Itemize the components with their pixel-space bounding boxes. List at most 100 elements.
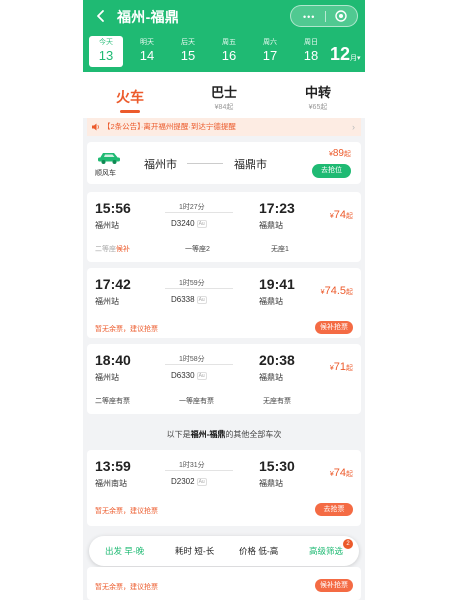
notice-banner[interactable]: 【2条公告】·离开福州提醒·到达宁德提醒 › <box>87 118 361 136</box>
train-number-text: D6338 <box>171 295 195 304</box>
carpool-label: 顺风车 <box>95 170 116 177</box>
mini-program-capsule: ••• <box>290 5 358 27</box>
notice-text: 【2条公告】·离开福州提醒·到达宁德提醒 <box>103 122 236 131</box>
grab-ticket-button[interactable]: 去抢票 <box>315 503 353 516</box>
waitlist-grab-button[interactable]: 候补抢票 <box>315 321 353 334</box>
sort-by-departure[interactable]: 出发 早-晚 <box>105 536 144 566</box>
departure-time: 17:42 <box>95 276 131 292</box>
arrival-station: 福鼎站 <box>259 373 283 382</box>
arrival-station: 福鼎站 <box>259 221 283 230</box>
train-type-tag: Au <box>196 220 207 228</box>
advanced-filter[interactable]: 高级筛选 <box>309 536 343 566</box>
month-number: 12 <box>330 44 351 64</box>
date-item[interactable]: 周五 16 <box>212 36 246 67</box>
month-suffix: 月▾ <box>350 55 361 62</box>
arrival-station: 福鼎站 <box>259 297 283 306</box>
price-value: 74.5 <box>324 285 346 297</box>
date-item[interactable]: 明天 14 <box>130 36 164 67</box>
price-value: 71 <box>333 361 346 373</box>
date-weekday: 今天 <box>99 39 113 46</box>
close-target-icon[interactable] <box>335 10 347 22</box>
train-card-partial[interactable]: 暂无余票，建议抢票 候补抢票 <box>87 567 361 600</box>
tab-train[interactable]: 火车 <box>83 72 177 118</box>
carpool-price: ¥89起 <box>329 148 351 159</box>
train-card[interactable]: 15:56 福州站 1时27分 D3240 Au 17:23 福鼎站 ¥74起 二… <box>87 192 361 262</box>
date-weekday: 明天 <box>140 39 154 46</box>
date-item[interactable]: 周六 17 <box>253 36 287 67</box>
departure-time: 18:40 <box>95 352 131 368</box>
date-day: 14 <box>139 48 155 63</box>
departure-station: 福州站 <box>95 221 119 230</box>
duration: 1时31分 <box>179 462 205 469</box>
divider-route: 福州-福鼎 <box>190 430 226 439</box>
train-number: D6338 Au <box>171 295 207 304</box>
date-weekday: 后天 <box>181 39 195 46</box>
price-suffix: 起 <box>346 471 353 478</box>
waitlist-tag: 候补 <box>116 246 130 253</box>
sort-filter-bar: 出发 早-晚 耗时 短-长 价格 低-高 高级筛选 2 <box>89 536 359 566</box>
sold-out-warning: 暂无余票，建议抢票 <box>95 326 158 333</box>
departure-station: 福州站 <box>95 373 119 382</box>
seat-standing: 无座有票 <box>263 398 291 405</box>
train-card[interactable]: 13:59 福州南站 1时31分 D2302 Au 15:30 福鼎站 ¥74起 … <box>87 450 361 526</box>
date-weekday: 周六 <box>263 39 277 46</box>
duration-line <box>165 364 233 365</box>
train-type-tag: Au <box>196 372 207 380</box>
departure-time: 13:59 <box>95 458 131 474</box>
tab-transfer[interactable]: 中转 ¥65起 <box>271 72 365 118</box>
carpool-book-button[interactable]: 去抢位 <box>312 164 351 178</box>
arrival-station: 福鼎站 <box>259 479 283 488</box>
tab-label: 中转 <box>304 85 331 100</box>
back-arrow-icon[interactable] <box>93 8 109 24</box>
train-number: D2302 Au <box>171 477 207 486</box>
seat-label: 二等座 <box>95 246 116 253</box>
price-suffix: 起 <box>346 213 353 220</box>
price-value: 74 <box>333 209 346 221</box>
date-item[interactable]: 周日 18 <box>294 36 328 67</box>
sold-out-warning: 暂无余票，建议抢票 <box>95 584 158 591</box>
duration: 1时58分 <box>179 356 205 363</box>
carpool-to: 福鼎市 <box>234 159 267 171</box>
tab-price: ¥84起 <box>214 104 234 111</box>
departure-time: 15:56 <box>95 200 131 216</box>
date-item[interactable]: 后天 15 <box>171 36 205 67</box>
arrival-time: 20:38 <box>259 352 295 368</box>
sort-by-price[interactable]: 价格 低-高 <box>239 536 278 566</box>
divider-suffix: 的其他全部车次 <box>225 430 282 439</box>
date-day: 18 <box>303 48 319 63</box>
duration-line <box>165 212 233 213</box>
train-type-tag: Au <box>196 296 207 304</box>
departure-station: 福州南站 <box>95 479 127 488</box>
route-title: 福州-福鼎 <box>117 9 180 25</box>
mode-tabs: 火车 巴士 ¥84起 中转 ¥65起 <box>83 72 365 118</box>
more-dots-icon[interactable]: ••• <box>303 13 315 22</box>
train-card[interactable]: 17:42 福州站 1时59分 D6338 Au 19:41 福鼎站 ¥74.5起… <box>87 268 361 338</box>
carpool-from: 福州市 <box>144 159 177 171</box>
ticket-price: ¥71起 <box>330 361 353 373</box>
app-screen: 福州-福鼎 ••• 今天 13 明天 14 后天 15 周五 16 周六 17 … <box>83 0 365 600</box>
tab-price: ¥65起 <box>308 104 328 111</box>
header: 福州-福鼎 ••• 今天 13 明天 14 后天 15 周五 16 周六 17 … <box>83 0 365 72</box>
price-suffix: 起 <box>346 289 353 296</box>
capsule-divider <box>325 11 326 22</box>
speaker-icon <box>92 123 99 131</box>
train-card[interactable]: 18:40 福州站 1时58分 D6330 Au 20:38 福鼎站 ¥71起 二… <box>87 344 361 414</box>
date-today[interactable]: 今天 13 <box>89 36 123 67</box>
ticket-price: ¥74起 <box>330 467 353 479</box>
duration: 1时59分 <box>179 280 205 287</box>
carpool-card[interactable]: 顺风车 福州市 福鼎市 ¥89起 去抢位 <box>87 142 361 184</box>
ticket-price: ¥74起 <box>330 209 353 221</box>
date-day: 16 <box>221 48 237 63</box>
month-picker[interactable]: 12月▾ <box>330 44 361 65</box>
sold-out-warning: 暂无余票，建议抢票 <box>95 508 158 515</box>
filter-count-badge: 2 <box>343 539 353 549</box>
tab-label: 巴士 <box>210 85 237 100</box>
duration-line <box>165 288 233 289</box>
sort-by-duration[interactable]: 耗时 短-长 <box>175 536 214 566</box>
date-weekday: 周五 <box>222 39 236 46</box>
train-number-text: D2302 <box>171 477 195 486</box>
price-value: 74 <box>333 467 346 479</box>
waitlist-grab-button[interactable]: 候补抢票 <box>315 579 353 592</box>
seat-second-class: 二等座候补 <box>95 244 130 254</box>
tab-bus[interactable]: 巴士 ¥84起 <box>177 72 271 118</box>
